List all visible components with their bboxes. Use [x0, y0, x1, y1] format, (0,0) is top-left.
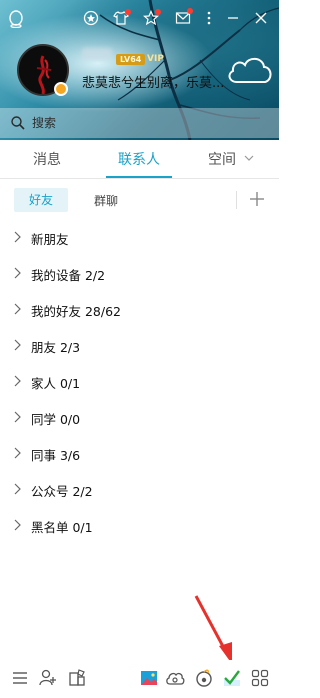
chevron-right-icon	[14, 483, 21, 495]
chevron-right-icon	[14, 375, 21, 387]
star-icon[interactable]	[141, 8, 161, 28]
music-icon[interactable]	[194, 668, 214, 688]
tab-contacts[interactable]: 联系人	[118, 149, 160, 169]
tab-qzone[interactable]: 空间	[208, 149, 236, 169]
divider	[236, 191, 237, 209]
group-blacklist[interactable]: 黑名单 0/1	[0, 507, 279, 543]
group-label: 同事 3/6	[31, 448, 81, 463]
group-my-devices[interactable]: 我的设备 2/2	[0, 255, 279, 291]
subtab-friends[interactable]: 好友	[14, 188, 68, 212]
chevron-right-icon	[14, 303, 21, 315]
vip-badge[interactable]: VIP	[144, 54, 167, 65]
photo-icon[interactable]	[139, 668, 159, 688]
app-manager-icon[interactable]	[67, 668, 87, 688]
add-contact-icon[interactable]	[38, 668, 58, 688]
group-label: 新朋友	[31, 232, 69, 247]
mail-icon[interactable]	[173, 8, 193, 28]
group-label: 朋友 2/3	[31, 340, 81, 355]
qq-logo-icon	[9, 10, 23, 28]
minimize-icon[interactable]	[223, 8, 243, 28]
hidden-account-name	[82, 48, 112, 60]
skin-shirt-icon[interactable]	[111, 8, 131, 28]
settings-badge-icon[interactable]	[81, 8, 101, 28]
more-vertical-icon[interactable]	[199, 8, 219, 28]
group-colleagues[interactable]: 同事 3/6	[0, 435, 279, 471]
chevron-right-icon	[14, 267, 21, 279]
chevron-down-icon[interactable]	[244, 153, 254, 163]
weiyun-cloud-icon[interactable]	[165, 668, 185, 688]
main-tabs: 消息 联系人 空间	[0, 140, 279, 178]
group-label: 同学 0/0	[31, 412, 81, 427]
group-official-accounts[interactable]: 公众号 2/2	[0, 471, 279, 507]
tab-messages[interactable]: 消息	[33, 149, 61, 169]
chevron-right-icon	[14, 519, 21, 531]
chevron-right-icon	[14, 339, 21, 351]
group-label: 黑名单 0/1	[31, 520, 93, 535]
group-label: 我的设备 2/2	[31, 268, 106, 283]
group-my-friends[interactable]: 我的好友 28/62	[0, 291, 279, 327]
search-icon	[11, 116, 25, 130]
menu-icon[interactable]	[10, 668, 30, 688]
group-friends[interactable]: 朋友 2/3	[0, 327, 279, 363]
chevron-right-icon	[14, 231, 21, 243]
group-label: 我的好友 28/62	[31, 304, 121, 319]
group-label: 公众号 2/2	[31, 484, 93, 499]
chevron-right-icon	[14, 447, 21, 459]
grid-apps-icon[interactable]	[250, 668, 270, 688]
subtab-groups[interactable]: 群聊	[94, 192, 118, 209]
profile-header: LV64 VIP 悲莫悲兮生别离，乐莫...	[0, 0, 279, 140]
level-badge[interactable]: LV64	[116, 54, 146, 65]
contact-group-list: 新朋友 我的设备 2/2 我的好友 28/62 朋友 2/3 家人 0/1 同学…	[0, 219, 279, 543]
bottom-toolbar	[0, 660, 279, 698]
search-bar[interactable]	[0, 108, 279, 138]
group-label: 家人 0/1	[31, 376, 81, 391]
search-input[interactable]	[32, 114, 262, 132]
group-classmates[interactable]: 同学 0/0	[0, 399, 279, 435]
group-new-friends[interactable]: 新朋友	[0, 219, 279, 255]
task-check-icon[interactable]	[222, 668, 242, 688]
weather-cloud-icon[interactable]	[225, 52, 275, 86]
add-icon[interactable]	[249, 191, 265, 207]
contact-sub-tabs: 好友 群聊	[0, 179, 279, 219]
group-family[interactable]: 家人 0/1	[0, 363, 279, 399]
nickname[interactable]: 悲莫悲兮生别离，乐莫...	[82, 72, 224, 91]
close-icon[interactable]	[251, 8, 271, 28]
chevron-right-icon	[14, 411, 21, 423]
online-status-icon[interactable]	[54, 82, 68, 96]
